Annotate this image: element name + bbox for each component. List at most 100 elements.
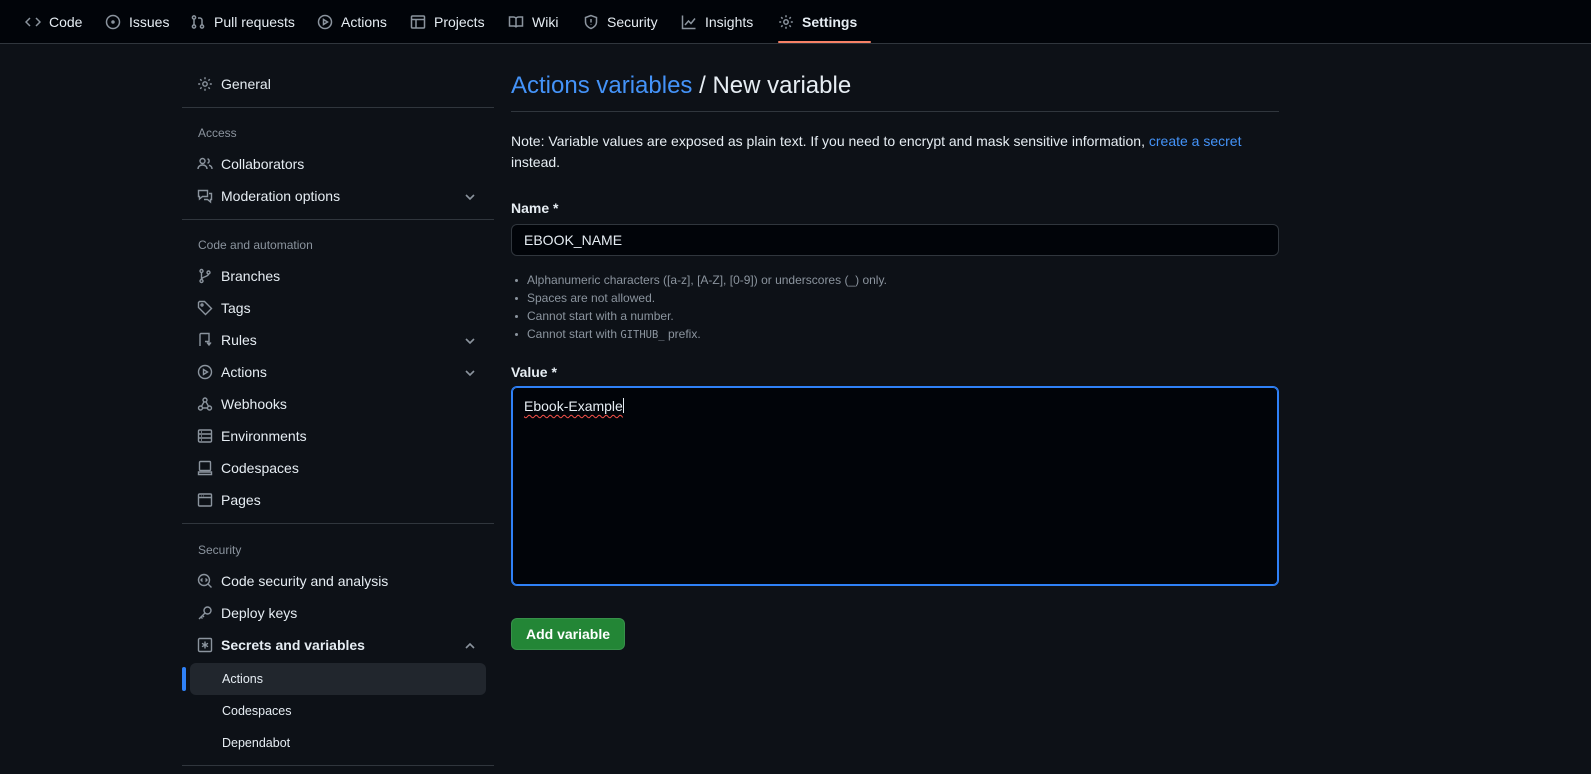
sidebar-item-secrets-and-variables[interactable]: Secrets and variables xyxy=(197,630,365,660)
graph-icon xyxy=(681,15,696,30)
server-icon xyxy=(197,429,213,443)
sidebar-item-label: Rules xyxy=(221,332,257,348)
create-secret-link[interactable]: create a secret xyxy=(1149,133,1242,149)
gear-icon xyxy=(198,77,212,91)
sidebar-item-label: Moderation options xyxy=(221,188,341,204)
sidebar-item-label: Branches xyxy=(221,268,281,284)
chevron-down-icon[interactable] xyxy=(462,333,478,349)
tab-code[interactable]: Code xyxy=(25,0,82,44)
tab-issues[interactable]: Issues xyxy=(105,0,169,44)
tab-label: Issues xyxy=(129,14,170,30)
hint-prefix-code: GITHUB_ xyxy=(620,329,665,341)
sidebar-heading-security: Security xyxy=(198,543,242,557)
tab-pull-requests[interactable]: Pull requests xyxy=(190,0,295,44)
sidebar-item-label: Webhooks xyxy=(221,396,287,412)
sidebar-item-general[interactable]: General xyxy=(197,69,271,99)
tab-label: Actions xyxy=(341,14,387,30)
shield-icon xyxy=(584,14,598,30)
sidebar-item-codespaces[interactable]: Codespaces xyxy=(197,453,299,483)
sidebar-divider xyxy=(182,107,494,108)
tab-label: Settings xyxy=(802,14,858,30)
sidebar-item-label: Environments xyxy=(221,428,307,444)
hint-item: Cannot start with a number. xyxy=(511,307,887,325)
value-textarea[interactable]: Ebook-Example xyxy=(511,386,1279,586)
text-caret xyxy=(622,398,624,413)
sidebar-subitem-codespaces[interactable]: Codespaces xyxy=(190,695,486,727)
sidebar-item-label: General xyxy=(221,76,271,92)
tab-actions[interactable]: Actions xyxy=(317,0,387,44)
breadcrumb-actions-variables[interactable]: Actions variables xyxy=(511,72,692,99)
page-title-text: New variable xyxy=(712,72,852,99)
sidebar-item-rules[interactable]: Rules xyxy=(197,325,257,355)
tab-label: Insights xyxy=(705,14,754,30)
sidebar-item-label: Codespaces xyxy=(221,460,299,476)
sidebar-item-collaborators[interactable]: Collaborators xyxy=(197,149,304,179)
chevron-down-icon[interactable] xyxy=(462,189,478,205)
key-icon xyxy=(198,606,212,620)
code-icon xyxy=(25,17,41,27)
tab-label: Wiki xyxy=(532,14,559,30)
sidebar-subitem-label: Dependabot xyxy=(222,736,291,750)
tab-label: Pull requests xyxy=(214,14,295,30)
name-input[interactable] xyxy=(511,224,1279,256)
play-icon xyxy=(197,364,213,380)
sidebar-item-branches[interactable]: Branches xyxy=(197,261,280,291)
note-body: Note: Variable values are exposed as pla… xyxy=(511,133,1149,149)
chevron-down-icon[interactable] xyxy=(462,365,478,381)
note-end: instead. xyxy=(511,154,561,170)
tab-security[interactable]: Security xyxy=(583,0,658,44)
tab-insights[interactable]: Insights xyxy=(681,0,753,44)
sidebar-heading-access: Access xyxy=(198,126,237,140)
codescan-icon xyxy=(197,573,212,588)
sidebar-item-label: Secrets and variables xyxy=(221,637,365,653)
value-text: Ebook-Example xyxy=(524,398,623,414)
add-variable-button[interactable]: Add variable xyxy=(511,618,625,650)
tab-label: Code xyxy=(49,14,83,30)
people-icon xyxy=(197,157,213,170)
key-asterisk-icon xyxy=(197,637,213,653)
tab-settings[interactable]: Settings xyxy=(778,0,857,44)
play-icon xyxy=(317,14,333,30)
sidebar-item-environments[interactable]: Environments xyxy=(197,421,307,451)
browser-icon xyxy=(197,493,213,507)
sidebar-divider xyxy=(182,765,494,766)
sidebar-item-label: Code security and analysis xyxy=(221,573,389,589)
hint-item: Alphanumeric characters ([a-z], [A-Z], [… xyxy=(511,271,887,289)
sidebar-item-pages[interactable]: Pages xyxy=(197,485,261,515)
book-icon xyxy=(508,16,524,28)
sidebar-subitem-actions[interactable]: Actions xyxy=(190,663,486,695)
issues-icon xyxy=(105,14,121,30)
pull-request-icon xyxy=(191,15,205,29)
hint-item: Spaces are not allowed. xyxy=(511,289,887,307)
webhook-icon xyxy=(197,397,213,411)
sidebar-divider xyxy=(182,219,494,220)
tab-label: Security xyxy=(607,14,658,30)
hint-prefix-pre: Cannot start with xyxy=(527,327,621,341)
sidebar-item-webhooks[interactable]: Webhooks xyxy=(197,389,287,419)
sidebar-item-actions[interactable]: Actions xyxy=(197,357,267,387)
sidebar-item-label: Tags xyxy=(221,300,251,316)
value-label: Value * xyxy=(511,364,557,380)
tab-projects[interactable]: Projects xyxy=(410,0,485,44)
page-title: Actions variables / New variable xyxy=(511,72,851,100)
sidebar-subitem-label: Actions xyxy=(222,672,263,686)
hint-item: Cannot start with GITHUB_ prefix. xyxy=(511,325,887,344)
sidebar-divider xyxy=(182,523,494,524)
sidebar-item-label: Pages xyxy=(221,492,261,508)
sidebar-item-tags[interactable]: Tags xyxy=(197,293,251,323)
selected-indicator xyxy=(182,667,186,691)
sidebar-item-deploy-keys[interactable]: Deploy keys xyxy=(197,598,297,628)
branch-icon xyxy=(199,268,211,284)
chevron-up-icon[interactable] xyxy=(462,638,478,654)
sidebar-subitem-label: Codespaces xyxy=(222,704,292,718)
breadcrumb-separator: / xyxy=(692,72,713,99)
sidebar-subitem-dependabot[interactable]: Dependabot xyxy=(190,727,486,759)
note-text: Note: Variable values are exposed as pla… xyxy=(511,131,1279,173)
hint-prefix-post: prefix. xyxy=(664,327,701,341)
gear-icon xyxy=(779,15,793,29)
tab-wiki[interactable]: Wiki xyxy=(508,0,558,44)
title-divider xyxy=(511,111,1279,112)
sidebar-item-code-security[interactable]: Code security and analysis xyxy=(197,566,388,596)
tag-icon xyxy=(197,300,213,316)
sidebar-item-moderation[interactable]: Moderation options xyxy=(197,181,340,211)
